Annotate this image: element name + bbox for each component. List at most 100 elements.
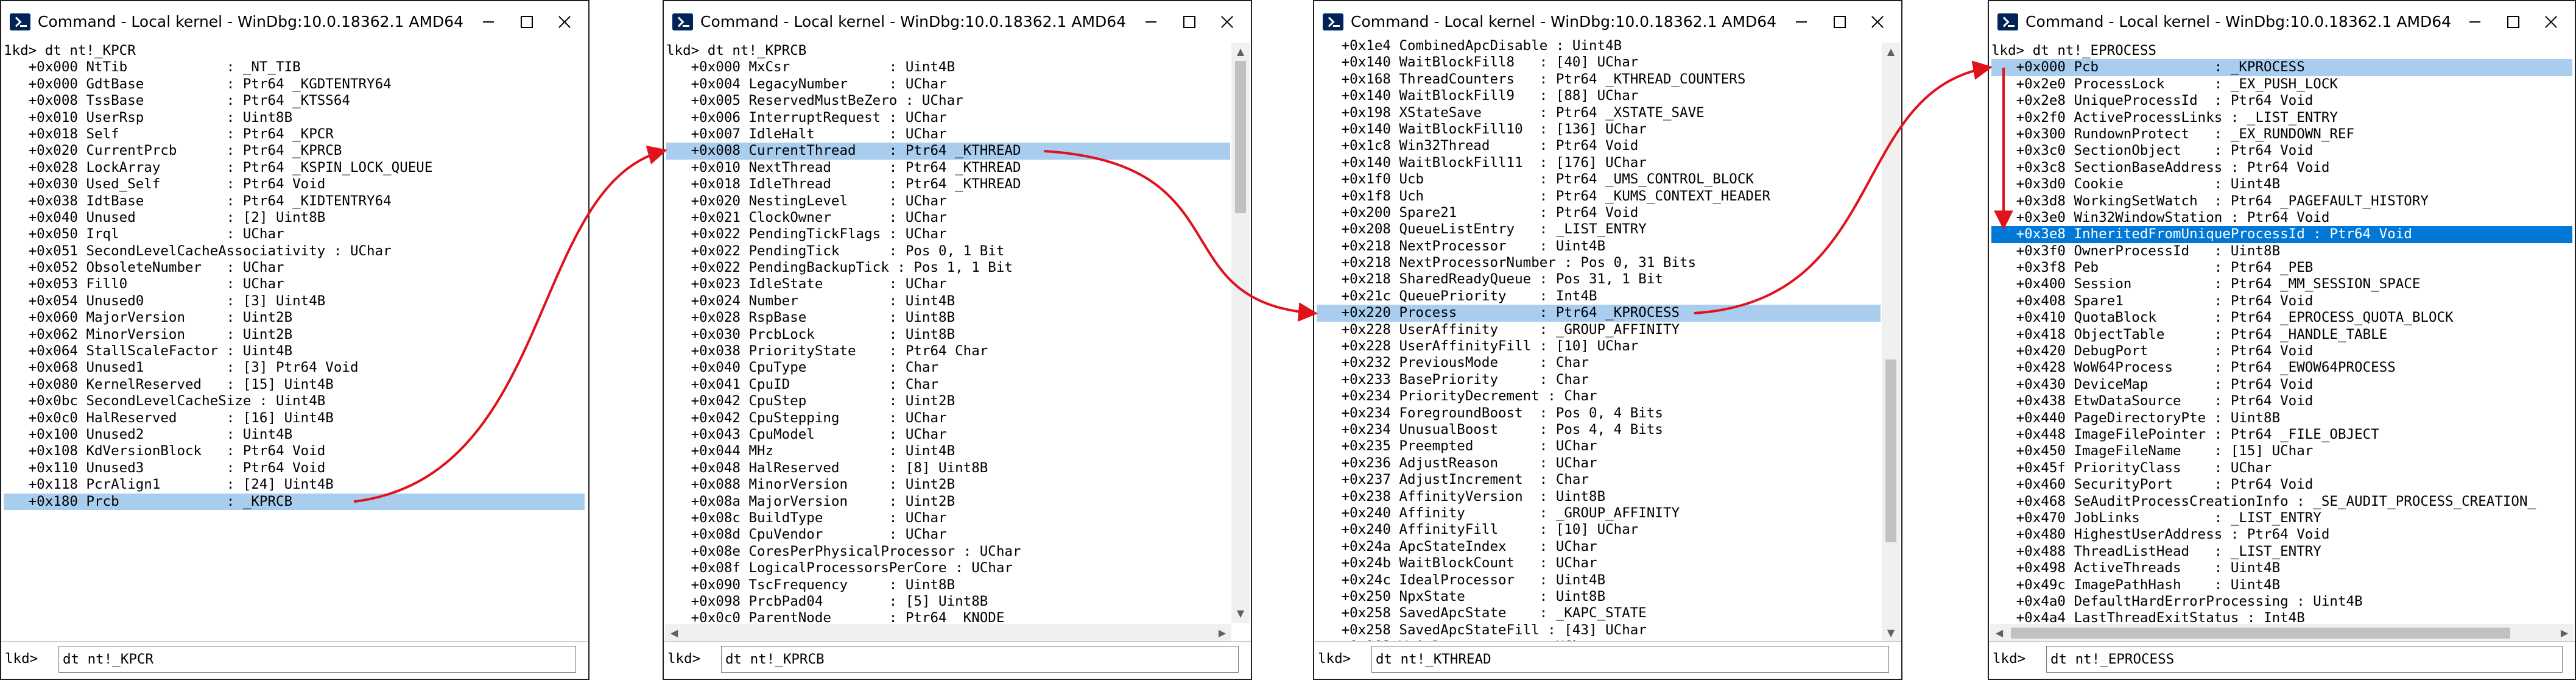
command-echo-line[interactable]: lkd> dt nt!_EPROCESS xyxy=(1991,43,2572,59)
struct-field-row[interactable]: +0x004 LegacyNumber : UChar xyxy=(666,76,1230,93)
horizontal-scrollbar[interactable]: ◀ ▶ xyxy=(665,624,1231,642)
scroll-thumb[interactable] xyxy=(1235,61,1246,213)
struct-field-row[interactable]: +0x235 Preempted : UChar xyxy=(1317,438,1881,455)
struct-field-row[interactable]: +0x232 PreviousMode : Char xyxy=(1317,355,1881,371)
struct-field-row[interactable]: +0x030 PrcbLock : Uint8B xyxy=(666,327,1230,343)
scroll-left-icon[interactable]: ◀ xyxy=(665,624,683,642)
struct-field-row[interactable]: +0x108 KdVersionBlock : Ptr64 Void xyxy=(4,443,585,459)
struct-field-row[interactable]: +0x1e4 CombinedApcDisable : Uint4B xyxy=(1317,38,1881,54)
struct-field-row[interactable]: +0x240 AffinityFill : [10] UChar xyxy=(1317,522,1881,538)
struct-field-row[interactable]: +0x237 AdjustIncrement : Char xyxy=(1317,472,1881,488)
struct-field-row[interactable]: +0x220 Process : Ptr64 _KPROCESS xyxy=(1317,305,1881,322)
struct-field-row[interactable]: +0x053 Fill0 : UChar xyxy=(4,276,585,292)
struct-field-row[interactable]: +0x030 Used_Self : Ptr64 Void xyxy=(4,176,585,193)
command-input[interactable] xyxy=(2046,646,2563,673)
vertical-scrollbar[interactable]: ▲ ▼ xyxy=(1231,43,1250,623)
close-icon[interactable] xyxy=(2532,9,2569,35)
struct-field-row[interactable]: +0x140 WaitBlockFill8 : [40] UChar xyxy=(1317,54,1881,71)
struct-field-row[interactable]: +0x218 NextProcessorNumber : Pos 0, 31 B… xyxy=(1317,255,1881,271)
struct-field-row[interactable]: +0x3e8 InheritedFromUniqueProcessId : Pt… xyxy=(1991,226,2572,243)
struct-field-row[interactable]: +0x018 IdleThread : Ptr64 _KTHREAD xyxy=(666,176,1230,193)
struct-field-row[interactable]: +0x048 HalReserved : [8] Uint8B xyxy=(666,460,1230,476)
title-bar[interactable]: Command - Local kernel - WinDbg:10.0.183… xyxy=(664,1,1251,43)
struct-field-row[interactable]: +0x018 Self : Ptr64 _KPCR xyxy=(4,126,585,143)
struct-field-row[interactable]: +0x088 MinorVersion : Uint2B xyxy=(666,476,1230,493)
struct-field-row[interactable]: +0x198 XStateSave : Ptr64 _XSTATE_SAVE xyxy=(1317,105,1881,121)
struct-field-row[interactable]: +0x062 MinorVersion : Uint2B xyxy=(4,327,585,343)
struct-field-row[interactable]: +0x233 BasePriority : Char xyxy=(1317,372,1881,388)
struct-field-row[interactable]: +0x028 LockArray : Ptr64 _KSPIN_LOCK_QUE… xyxy=(4,160,585,176)
struct-field-row[interactable]: +0x140 WaitBlockFill9 : [88] UChar xyxy=(1317,88,1881,104)
maximize-icon[interactable] xyxy=(1170,9,1207,35)
struct-field-row[interactable]: +0x020 CurrentPrcb : Ptr64 _KPRCB xyxy=(4,143,585,159)
struct-field-row[interactable]: +0x0c0 HalReserved : [16] Uint4B xyxy=(4,410,585,427)
struct-field-row[interactable]: +0x042 CpuStep : Uint2B xyxy=(666,393,1230,409)
struct-field-row[interactable]: +0x006 InterruptRequest : UChar xyxy=(666,110,1230,126)
struct-field-row[interactable]: +0x022 PendingTickFlags : UChar xyxy=(666,226,1230,243)
struct-field-row[interactable]: +0x100 Unused2 : Uint4B xyxy=(4,427,585,443)
title-bar[interactable]: Command - Local kernel - WinDbg:10.0.183… xyxy=(1314,1,1901,43)
struct-field-row[interactable]: +0x060 MajorVersion : Uint2B xyxy=(4,310,585,326)
close-icon[interactable] xyxy=(546,9,582,35)
struct-field-row[interactable]: +0x042 CpuStepping : UChar xyxy=(666,410,1230,427)
struct-field-row[interactable]: +0x420 DebugPort : Ptr64 Void xyxy=(1991,343,2572,359)
struct-field-row[interactable]: +0x007 IdleHalt : UChar xyxy=(666,126,1230,143)
struct-field-row[interactable]: +0x023 IdleState : UChar xyxy=(666,276,1230,292)
struct-field-row[interactable]: +0x45f PriorityClass : UChar xyxy=(1991,460,2572,476)
command-input[interactable] xyxy=(1371,646,1889,673)
struct-field-row[interactable]: +0x052 ObsoleteNumber : UChar xyxy=(4,260,585,276)
struct-field-row[interactable]: +0x430 DeviceMap : Ptr64 Void xyxy=(1991,377,2572,393)
struct-field-row[interactable]: +0x000 Pcb : _KPROCESS xyxy=(1991,59,2572,76)
struct-field-row[interactable]: +0x460 SecurityPort : Ptr64 Void xyxy=(1991,476,2572,493)
struct-field-row[interactable]: +0x140 WaitBlockFill11 : [176] UChar xyxy=(1317,155,1881,171)
struct-field-row[interactable]: +0x043 CpuModel : UChar xyxy=(666,427,1230,443)
minimize-icon[interactable] xyxy=(1783,9,1820,35)
struct-field-row[interactable]: +0x428 WoW64Process : Ptr64 _EWOW64PROCE… xyxy=(1991,359,2572,376)
struct-field-row[interactable]: +0x450 ImageFileName : [15] UChar xyxy=(1991,443,2572,459)
struct-field-row[interactable]: +0x022 PendingBackupTick : Pos 1, 1 Bit xyxy=(666,260,1230,276)
struct-field-row[interactable]: +0x238 AffinityVersion : Uint8B xyxy=(1317,489,1881,505)
struct-field-row[interactable]: +0x068 Unused1 : [3] Ptr64 Void xyxy=(4,359,585,376)
struct-field-row[interactable]: +0x410 QuotaBlock : Ptr64 _EPROCESS_QUOT… xyxy=(1991,310,2572,326)
struct-field-row[interactable]: +0x0c0 ParentNode : Ptr64 _KNODE xyxy=(666,610,1230,623)
struct-field-row[interactable]: +0x250 NpxState : Uint8B xyxy=(1317,589,1881,605)
command-input[interactable] xyxy=(721,646,1239,673)
struct-field-row[interactable]: +0x08f LogicalProcessorsPerCore : UChar xyxy=(666,560,1230,576)
struct-field-row[interactable]: +0x020 NestingLevel : UChar xyxy=(666,193,1230,210)
scroll-down-icon[interactable]: ▼ xyxy=(1882,624,1900,642)
struct-field-row[interactable]: +0x1f0 Ucb : Ptr64 _UMS_CONTROL_BLOCK xyxy=(1317,171,1881,188)
struct-field-row[interactable]: +0x024 Number : Uint4B xyxy=(666,293,1230,310)
struct-field-row[interactable]: +0x24a ApcStateIndex : UChar xyxy=(1317,539,1881,555)
struct-field-row[interactable]: +0x008 CurrentThread : Ptr64 _KTHREAD xyxy=(666,143,1230,160)
struct-field-row[interactable]: +0x000 GdtBase : Ptr64 _KGDTENTRY64 xyxy=(4,76,585,93)
struct-field-row[interactable]: +0x200 Spare21 : Ptr64 Void xyxy=(1317,205,1881,221)
title-bar[interactable]: Command - Local kernel - WinDbg:10.0.183… xyxy=(1,1,588,43)
maximize-icon[interactable] xyxy=(2494,9,2531,35)
struct-field-row[interactable]: +0x488 ThreadListHead : _LIST_ENTRY xyxy=(1991,544,2572,560)
struct-field-row[interactable]: +0x208 QueueListEntry : _LIST_ENTRY xyxy=(1317,221,1881,238)
close-icon[interactable] xyxy=(1859,9,1895,35)
struct-field-row[interactable]: +0x140 WaitBlockFill10 : [136] UChar xyxy=(1317,121,1881,138)
struct-field-row[interactable]: +0x218 SharedReadyQueue : Pos 31, 1 Bit xyxy=(1317,271,1881,288)
struct-field-row[interactable]: +0x050 Irql : UChar xyxy=(4,226,585,243)
scroll-up-icon[interactable]: ▲ xyxy=(1231,43,1250,61)
struct-field-row[interactable]: +0x408 Spare1 : Ptr64 Void xyxy=(1991,293,2572,310)
struct-field-row[interactable]: +0x110 Unused3 : Ptr64 Void xyxy=(4,460,585,476)
struct-field-row[interactable]: +0x2e0 ProcessLock : _EX_PUSH_LOCK xyxy=(1991,76,2572,93)
struct-field-row[interactable]: +0x044 MHz : Uint4B xyxy=(666,443,1230,459)
struct-field-row[interactable]: +0x234 ForegroundBoost : Pos 0, 4 Bits xyxy=(1317,405,1881,422)
scroll-down-icon[interactable]: ▼ xyxy=(1231,604,1250,623)
struct-field-row[interactable]: +0x234 PriorityDecrement : Char xyxy=(1317,388,1881,405)
struct-field-row[interactable]: +0x038 PriorityState : Ptr64 Char xyxy=(666,343,1230,359)
struct-field-row[interactable]: +0x240 Affinity : _GROUP_AFFINITY xyxy=(1317,505,1881,522)
struct-field-row[interactable]: +0x3f8 Peb : Ptr64 _PEB xyxy=(1991,260,2572,276)
struct-field-row[interactable]: +0x24b WaitBlockCount : UChar xyxy=(1317,555,1881,572)
struct-field-row[interactable]: +0x008 TssBase : Ptr64 _KTSS64 xyxy=(4,93,585,109)
command-input[interactable] xyxy=(58,646,576,673)
struct-field-row[interactable]: +0x228 UserAffinityFill : [10] UChar xyxy=(1317,338,1881,355)
struct-field-row[interactable]: +0x038 IdtBase : Ptr64 _KIDTENTRY64 xyxy=(4,193,585,210)
struct-field-row[interactable]: +0x448 ImageFilePointer : Ptr64 _FILE_OB… xyxy=(1991,427,2572,443)
struct-field-row[interactable]: +0x051 SecondLevelCacheAssociativity : U… xyxy=(4,243,585,260)
struct-field-row[interactable]: +0x218 NextProcessor : Uint4B xyxy=(1317,238,1881,255)
struct-field-row[interactable]: +0x234 UnusualBoost : Pos 4, 4 Bits xyxy=(1317,422,1881,438)
